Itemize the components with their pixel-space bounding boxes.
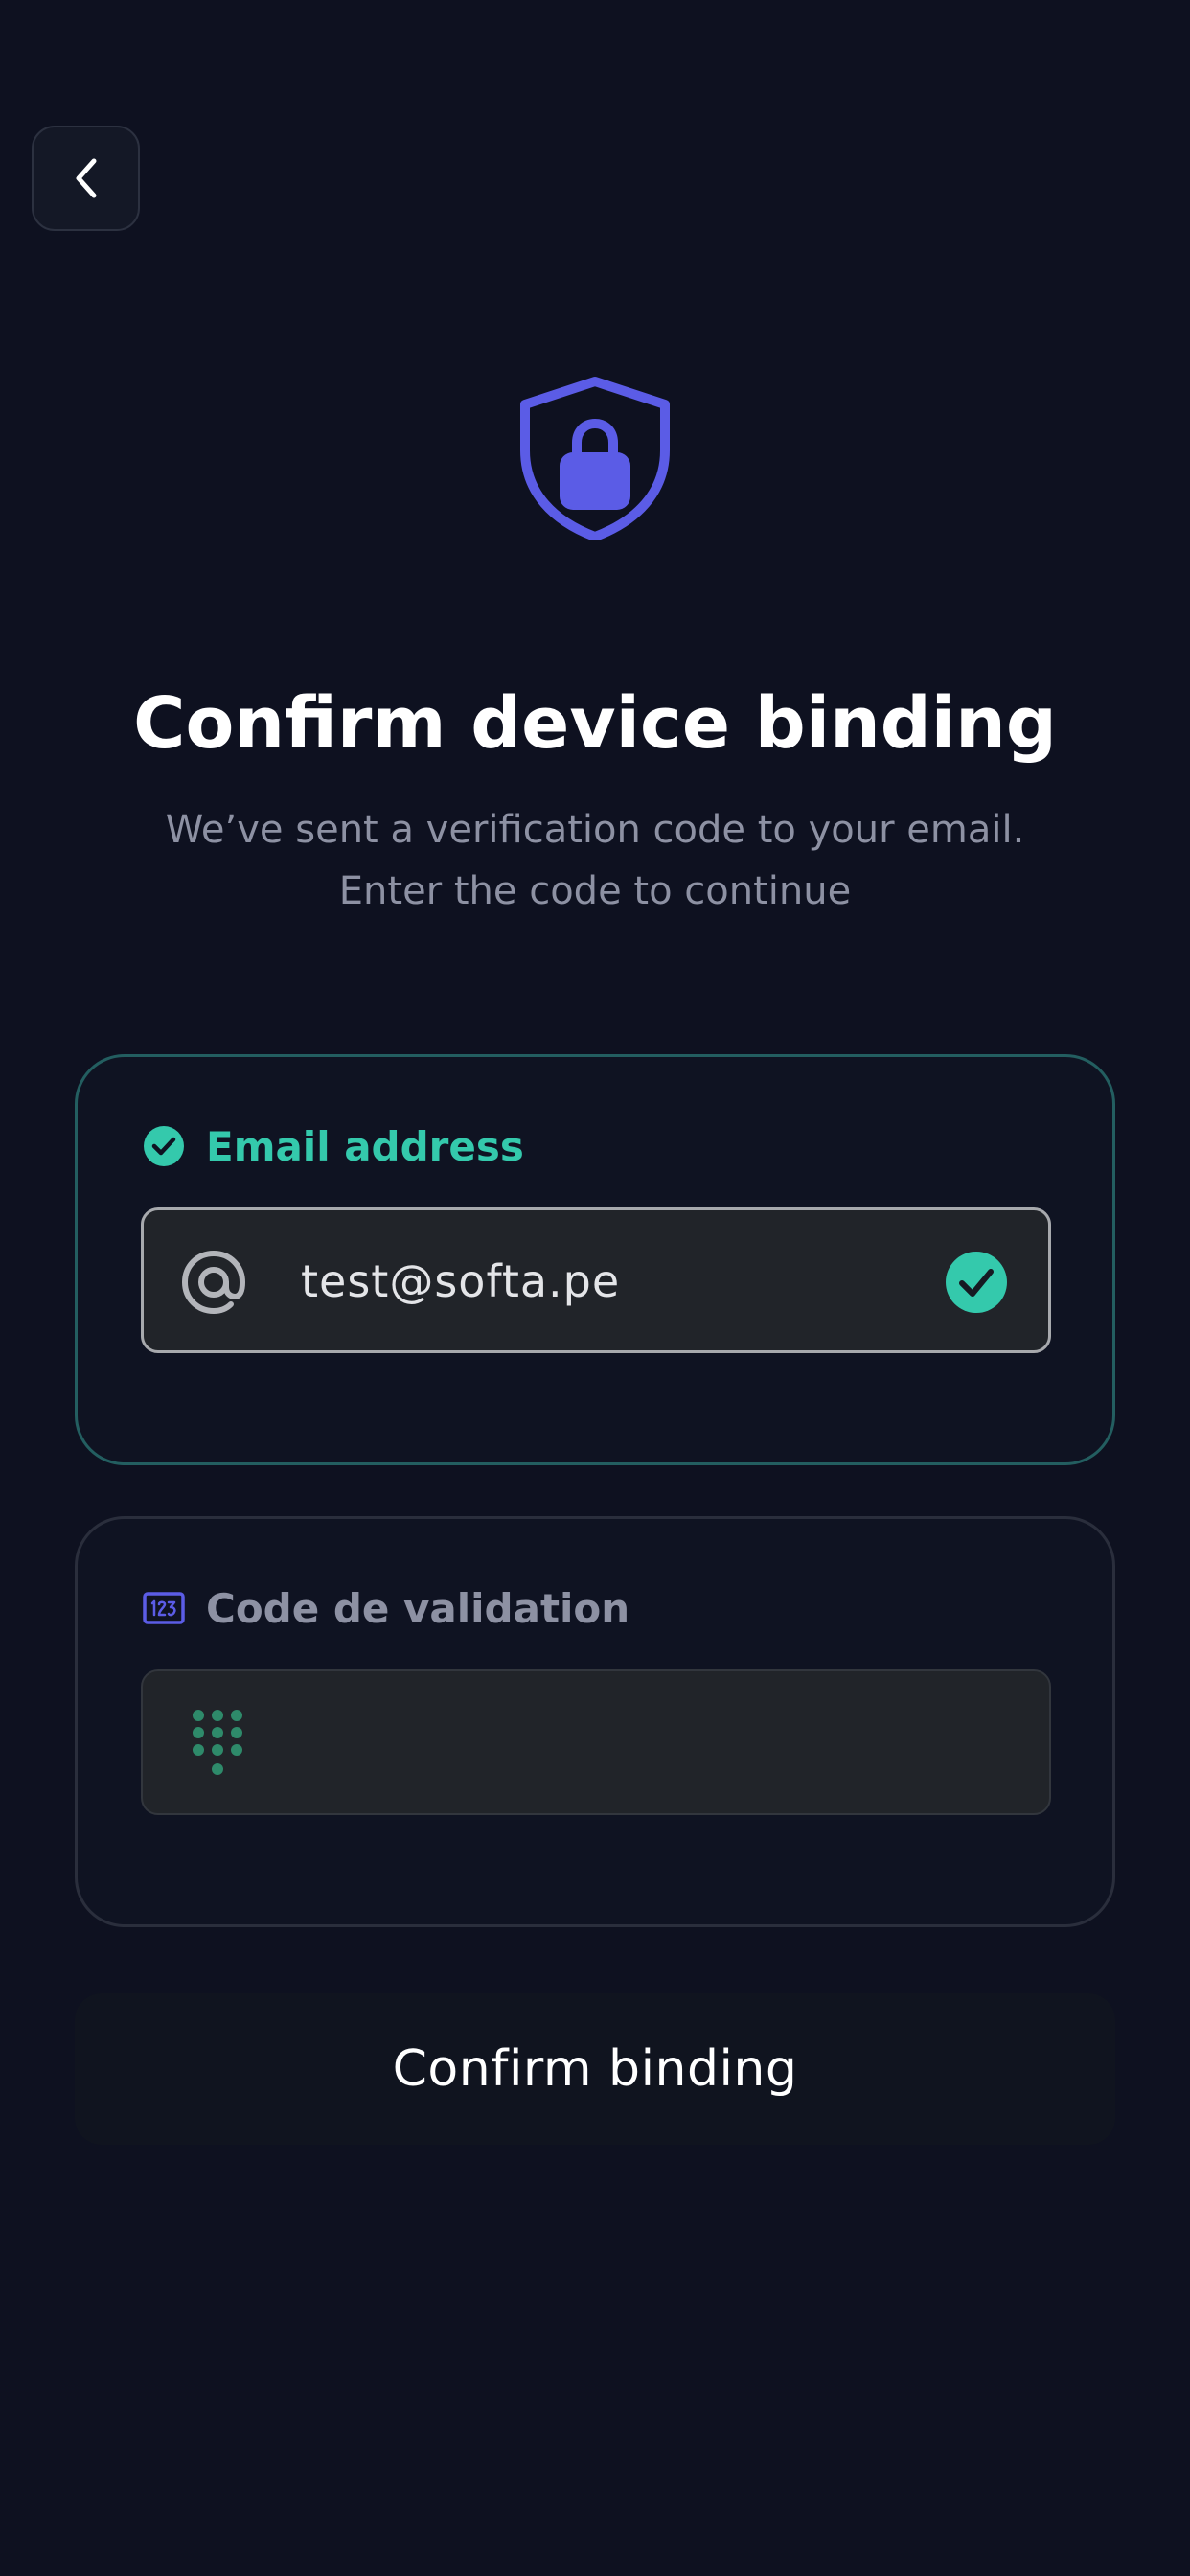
code-input[interactable] — [141, 1669, 1051, 1815]
at-sign-icon — [181, 1250, 246, 1315]
back-button[interactable] — [32, 126, 140, 231]
page-title: Confirm device binding — [133, 682, 1057, 765]
shield-lock-icon — [517, 376, 673, 541]
device-binding-screen: Confirm device binding We’ve sent a veri… — [0, 0, 1190, 2576]
subtitle-line-1: We’ve sent a verification code to your e… — [165, 808, 1025, 852]
chevron-left-icon — [76, 158, 96, 198]
code-card-label: Code de validation — [143, 1575, 629, 1642]
numeric-123-icon — [143, 1592, 185, 1624]
email-card-label: Email address — [143, 1113, 524, 1180]
code-card: Code de validation — [75, 1516, 1115, 1927]
subtitle-line-2: Enter the code to continue — [338, 869, 852, 913]
check-circle-icon — [144, 1126, 184, 1166]
email-field[interactable]: test@softa.pe — [141, 1208, 1051, 1353]
keypad-icon — [193, 1710, 242, 1775]
email-value: test@softa.pe — [301, 1255, 621, 1307]
email-card: Email address test@softa.pe — [75, 1054, 1115, 1465]
confirm-binding-button[interactable]: Confirm binding — [75, 1993, 1115, 2145]
check-circle-icon — [946, 1252, 1007, 1313]
confirm-binding-label: Confirm binding — [392, 2040, 798, 2098]
code-label: Code de validation — [206, 1584, 630, 1632]
email-label: Email address — [206, 1122, 524, 1170]
page-subtitle: We’ve sent a verification code to your e… — [57, 799, 1133, 922]
